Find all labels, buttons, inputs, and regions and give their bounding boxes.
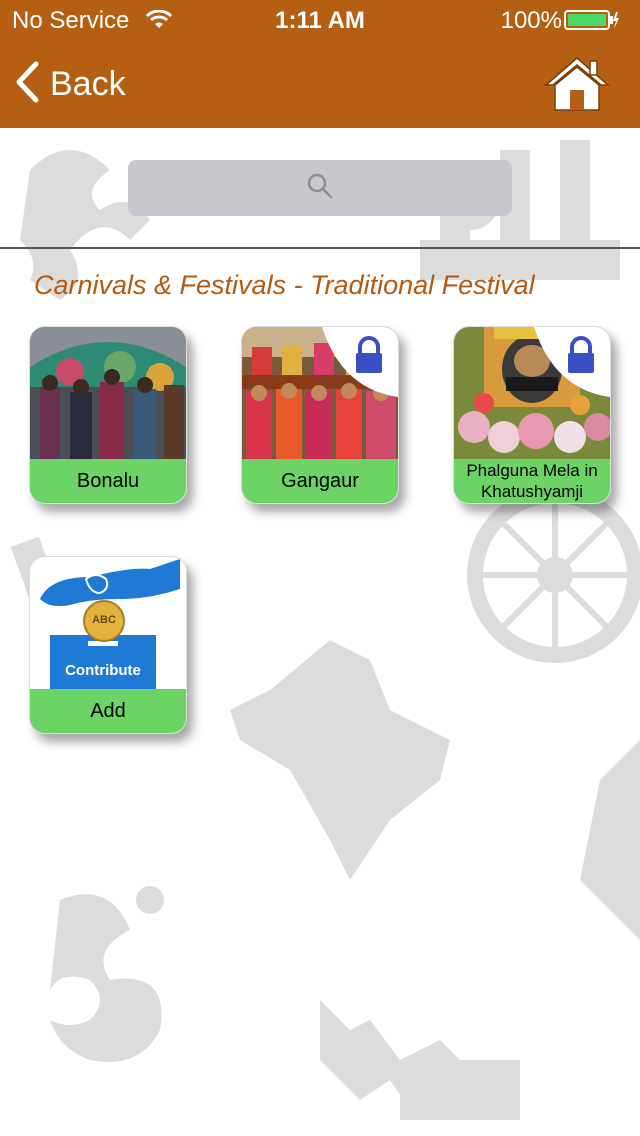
- tile-label: Bonalu: [30, 459, 186, 503]
- tile-gangaur[interactable]: Gangaur: [241, 326, 399, 504]
- lock-icon: [534, 327, 610, 397]
- tile-label: Gangaur: [242, 459, 398, 503]
- lock-icon: [322, 327, 398, 397]
- tile-add-contribute[interactable]: ABC Contribute Add: [29, 556, 187, 734]
- bonalu-image: [30, 327, 186, 459]
- back-label: Back: [50, 64, 126, 103]
- tile-bonalu[interactable]: Bonalu: [29, 326, 187, 504]
- battery-icon: [564, 9, 620, 38]
- search-icon: [306, 172, 334, 205]
- back-button[interactable]: Back: [14, 60, 126, 108]
- divider: [0, 247, 640, 249]
- battery-percent: 100%: [500, 7, 562, 34]
- search-area: [0, 128, 640, 248]
- section-title: Carnivals & Festivals - Traditional Fest…: [34, 270, 535, 300]
- search-input[interactable]: [128, 160, 512, 216]
- tile-label: Add: [30, 689, 186, 733]
- chevron-left-icon: [14, 60, 40, 109]
- coin-text: ABC: [92, 614, 116, 626]
- contribute-image: ABC Contribute: [30, 557, 186, 689]
- tile-phalguna-mela[interactable]: Phalguna Mela in Khatushyamji: [453, 326, 611, 504]
- home-icon: [543, 57, 611, 117]
- top-bar: No Service 1:11 AM 100% Back: [0, 0, 640, 128]
- contribute-text: Contribute: [65, 662, 141, 679]
- status-bar: No Service 1:11 AM 100%: [0, 0, 640, 40]
- home-button[interactable]: [543, 55, 611, 118]
- tile-label: Phalguna Mela in Khatushyamji: [454, 459, 610, 503]
